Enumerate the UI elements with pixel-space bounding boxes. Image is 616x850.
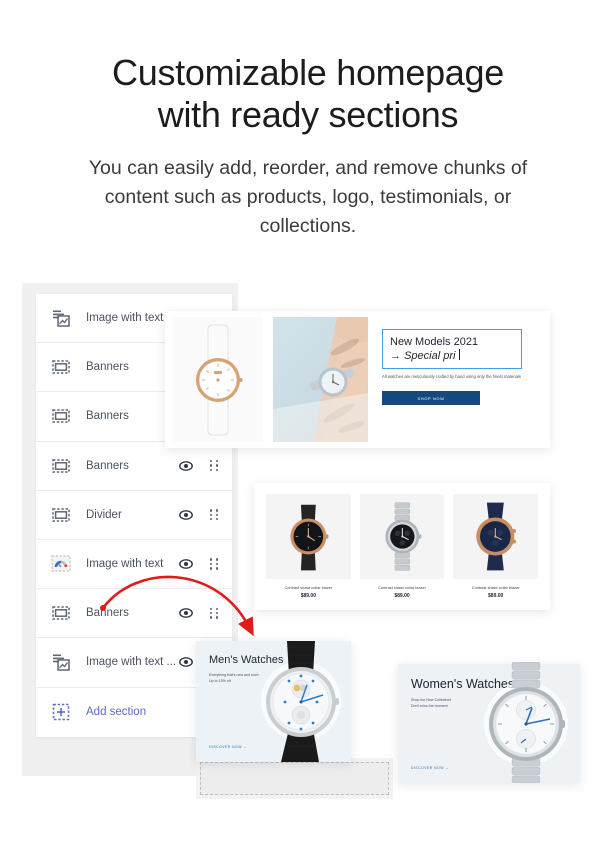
preview-womens-watches-card[interactable]: Women's Watches Shop the New Collection!… xyxy=(398,662,580,783)
annotation-arrow xyxy=(100,575,254,637)
banner-icon xyxy=(50,356,72,378)
banner-icon xyxy=(50,405,72,427)
hero-text-block: New Models 2021 → Special pri All watche… xyxy=(368,317,542,442)
hero-headline-line2-text: Special pri xyxy=(404,350,456,362)
sidebar-item-label: Divider xyxy=(86,508,122,521)
hero-product-image xyxy=(173,317,263,442)
image-with-text-icon xyxy=(50,307,72,329)
product-name: Contrast shawl collar blazer xyxy=(471,585,520,590)
product-cell[interactable]: Contrast shawl collar blazer $89.00 xyxy=(453,494,539,599)
preview-hero-banner-card[interactable]: New Models 2021 → Special pri All watche… xyxy=(165,311,550,448)
hero-arrow-glyph: → xyxy=(390,350,401,362)
visibility-eye-icon[interactable] xyxy=(178,459,194,473)
hero-headline-line2: → Special pri xyxy=(390,349,514,364)
shop-now-button[interactable]: SHOP NOW xyxy=(382,391,480,406)
banner-icon xyxy=(50,455,72,477)
product-image-steel xyxy=(359,494,445,579)
text-cursor xyxy=(459,349,461,360)
product-image-navy-rosegold xyxy=(453,494,539,579)
product-cell[interactable]: Contrast shawl collar blazer $89.00 xyxy=(359,494,445,599)
hero-body-text: All watches are meticulously crafted by … xyxy=(382,374,521,379)
drag-handle-icon[interactable] xyxy=(208,460,220,472)
page-title-line1: Customizable homepage xyxy=(112,52,504,93)
image-with-text-icon xyxy=(50,651,72,673)
gauge-image-icon xyxy=(50,553,72,575)
page-subtitle: You can easily add, reorder, and remove … xyxy=(88,157,528,237)
visibility-eye-icon[interactable] xyxy=(178,508,194,522)
page-header: Customizable homepage with ready section… xyxy=(0,0,616,241)
preview-product-grid-card[interactable]: Contrast shawl collar blazer $89.00 Cont… xyxy=(254,483,550,610)
page-root: Customizable homepage with ready section… xyxy=(0,0,616,850)
hero-headline-line1: New Models 2021 xyxy=(390,336,479,348)
empty-section-placeholder[interactable] xyxy=(200,762,389,795)
hero-lifestyle-photo xyxy=(273,317,368,442)
product-price: $89.00 xyxy=(394,593,410,599)
page-title: Customizable homepage with ready section… xyxy=(0,0,616,136)
banner-icon xyxy=(50,602,72,624)
mens-discover-now-link[interactable]: DISCOVER NOW → xyxy=(209,745,247,749)
add-plus-icon xyxy=(50,701,72,723)
product-price: $89.00 xyxy=(488,593,504,599)
page-title-line2: with ready sections xyxy=(157,94,459,135)
drag-handle-icon[interactable] xyxy=(208,509,220,521)
product-name: Contrast shawl collar blazer xyxy=(378,585,426,590)
banner-icon xyxy=(50,504,72,526)
hero-headline-editbox[interactable]: New Models 2021 → Special pri xyxy=(382,329,522,369)
womens-discover-now-link[interactable]: DISCOVER NOW → xyxy=(411,766,449,770)
sidebar-item-divider[interactable]: Divider xyxy=(36,490,232,540)
sidebar-item-label: Banners xyxy=(86,459,129,472)
sidebar-item-banners-3[interactable]: Banners xyxy=(36,441,232,491)
